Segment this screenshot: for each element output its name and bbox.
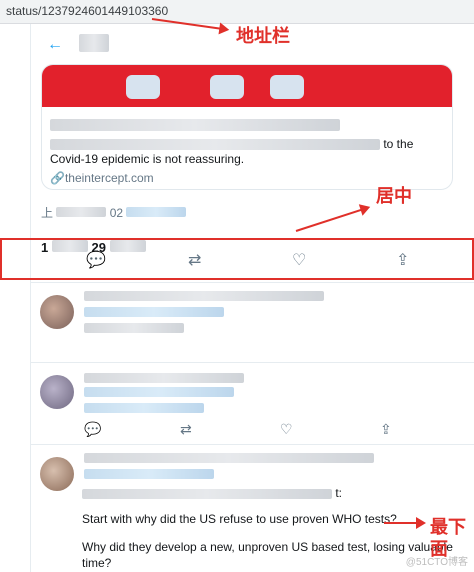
like-icon[interactable]: ♡ [280, 421, 293, 438]
mask-image [126, 75, 160, 99]
annotation-arrow [384, 517, 426, 529]
retweet-icon[interactable]: ⇄ [188, 250, 201, 270]
card-source-text: theintercept.com [64, 171, 154, 185]
reply-to-blurred [84, 387, 234, 397]
reply-text-suffix: t: [335, 486, 343, 500]
screenshot: status/1237924601449103360 ← to the Covi… [0, 0, 474, 572]
card-title-blurred [50, 119, 340, 131]
meta-blurred [56, 207, 107, 217]
mask-image [210, 75, 244, 99]
back-arrow-icon[interactable]: ← [47, 36, 63, 54]
reply-icon[interactable]: 💬 [86, 250, 106, 270]
reply-name-blurred [84, 373, 244, 383]
reply-text-blurred [82, 488, 332, 499]
reply-name-blurred [84, 291, 324, 301]
annotation-center: 居中 [376, 186, 412, 206]
mask-image [270, 75, 304, 99]
card-text-line: to the [50, 137, 444, 152]
meta-source-blurred [126, 207, 187, 217]
link-card[interactable]: to the Covid-19 epidemic is not reassuri… [41, 64, 453, 190]
address-bar[interactable]: status/1237924601449103360 [0, 0, 474, 24]
meta-prefix: 上 [41, 206, 54, 220]
reply-name-blurred [84, 453, 374, 463]
reply-text-blurred [84, 403, 204, 413]
reply-item[interactable]: 💬 ⇄ ♡ ⇪ [30, 362, 474, 442]
tweet-meta: 上 02 [41, 204, 187, 221]
reply-to-blurred [84, 469, 214, 479]
card-image [42, 65, 452, 107]
header-name-blurred [79, 34, 109, 52]
share-icon[interactable]: ⇪ [380, 421, 392, 438]
reply-to-blurred [84, 307, 224, 317]
link-icon: 🔗 [50, 171, 65, 185]
annotation-address: 地址栏 [236, 26, 290, 46]
watermark: @51CTO博客 [405, 557, 468, 568]
reply-icon[interactable]: 💬 [84, 421, 101, 438]
address-url[interactable]: status/1237924601449103360 [6, 4, 168, 18]
card-body: to the Covid-19 epidemic is not reassuri… [42, 107, 452, 189]
meta-mid: 02 [109, 206, 124, 220]
like-icon[interactable]: ♡ [292, 250, 306, 270]
share-icon[interactable]: ⇪ [396, 250, 409, 270]
avatar[interactable] [40, 295, 74, 329]
card-text-blurred [50, 139, 380, 151]
card-text: to the [383, 137, 414, 151]
reply-text-1: Start with why did the US refuse to use … [82, 512, 397, 526]
reply-item[interactable] [30, 282, 474, 360]
avatar[interactable] [40, 457, 74, 491]
card-text-2: Covid-19 epidemic is not reassuring. [50, 152, 245, 166]
reply-text-blurred [84, 323, 184, 333]
tweet-actions-bar: 💬 ⇄ ♡ ⇪ [0, 238, 474, 280]
avatar[interactable] [40, 375, 74, 409]
retweet-icon[interactable]: ⇄ [180, 421, 192, 438]
reply-text-line: t: [82, 485, 462, 501]
